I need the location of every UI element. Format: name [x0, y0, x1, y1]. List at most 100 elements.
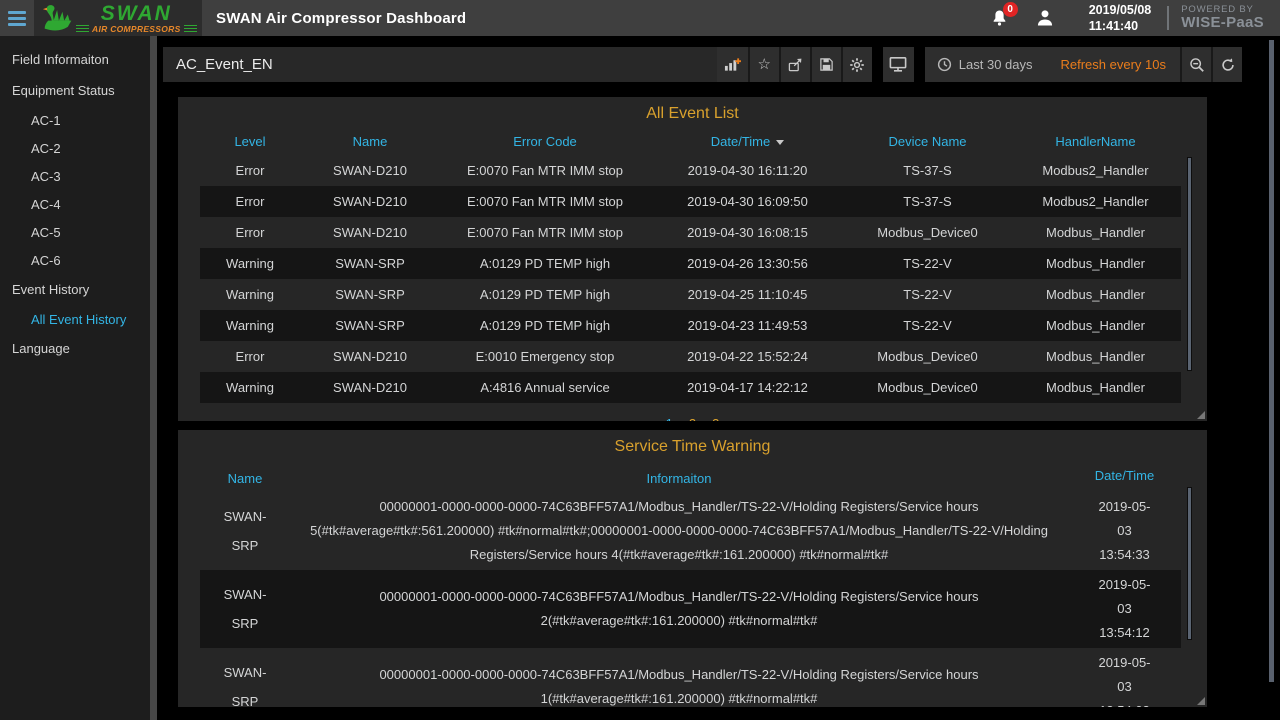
sidebar-scrollbar[interactable]: [150, 36, 157, 720]
cell-error-code: E:0070 Fan MTR IMM stop: [440, 155, 650, 186]
cell-name: SWAN-SRP: [300, 248, 440, 279]
notification-badge: 0: [1003, 2, 1018, 17]
refresh-interval-button[interactable]: Refresh every 10s: [1047, 47, 1181, 82]
favorite-button[interactable]: ☆: [748, 47, 779, 82]
add-panel-button[interactable]: [717, 47, 748, 82]
table-row: SWAN-SRP 00000001-0000-0000-0000-74C63BF…: [200, 492, 1181, 570]
cell-name: SWAN-D210: [300, 186, 440, 217]
page-button-3[interactable]: 3: [712, 416, 719, 421]
zoom-out-button[interactable]: [1180, 47, 1211, 82]
logo-stripes-left: [76, 25, 89, 33]
table-row: SWAN-SRP 00000001-0000-0000-0000-74C63BF…: [200, 570, 1181, 648]
notifications-button[interactable]: 0: [990, 8, 1009, 28]
sidebar-item-equipment-status[interactable]: Equipment Status: [0, 75, 150, 106]
column-header-level[interactable]: Level: [200, 127, 300, 155]
zoom-out-icon: [1189, 57, 1205, 73]
user-icon: [1035, 8, 1055, 28]
column-header-information[interactable]: Informaiton: [290, 460, 1068, 492]
header-datetime: 2019/05/08 11:41:40: [1089, 2, 1152, 35]
sidebar-item-ac-2[interactable]: AC-2: [0, 134, 150, 162]
cell-level: Error: [200, 341, 300, 372]
table-row: WarningSWAN-D210A:4816 Annual service201…: [200, 372, 1181, 403]
cell-device-name: Modbus_Device0: [845, 341, 1010, 372]
cell-name: SWAN-D210: [300, 372, 440, 403]
cell-level: Error: [200, 217, 300, 248]
column-header-name[interactable]: Name: [200, 460, 290, 492]
cell-information: 00000001-0000-0000-0000-74C63BFF57A1/Mod…: [290, 648, 1068, 707]
logo-sub-text: AIR COMPRESSORS: [92, 25, 181, 34]
cell-datetime: 2019-04-30 16:08:15: [650, 217, 845, 248]
sidebar-item-ac-6[interactable]: AC-6: [0, 246, 150, 274]
sidebar-item-field-information[interactable]: Field Informaiton: [0, 44, 150, 75]
cell-name: SWAN-SRP: [200, 570, 290, 648]
cell-name: SWAN-SRP: [200, 492, 290, 570]
cell-error-code: E:0070 Fan MTR IMM stop: [440, 217, 650, 248]
dashboard-name[interactable]: AC_Event_EN: [176, 56, 273, 73]
refresh-button[interactable]: [1211, 47, 1242, 82]
gear-icon: [849, 57, 865, 73]
sidebar-item-event-history[interactable]: Event History: [0, 274, 150, 305]
table-row: ErrorSWAN-D210E:0070 Fan MTR IMM stop201…: [200, 217, 1181, 248]
sidebar-item-ac-1[interactable]: AC-1: [0, 106, 150, 134]
cell-error-code: A:0129 PD TEMP high: [440, 248, 650, 279]
table-row: WarningSWAN-SRPA:0129 PD TEMP high2019-0…: [200, 279, 1181, 310]
time-range-label: Last 30 days: [959, 57, 1033, 72]
time-range-picker[interactable]: Last 30 days: [925, 47, 1047, 82]
cell-information: 00000001-0000-0000-0000-74C63BFF57A1/Mod…: [290, 492, 1068, 570]
cell-level: Warning: [200, 248, 300, 279]
menu-toggle-button[interactable]: [0, 0, 34, 36]
cell-datetime: 2019-04-23 11:49:53: [650, 310, 845, 341]
sidebar-item-ac-5[interactable]: AC-5: [0, 218, 150, 246]
settings-button[interactable]: [841, 47, 872, 82]
page-button-2[interactable]: 2: [689, 416, 696, 421]
pagination: 1 2 3: [178, 416, 1207, 421]
panel-title-all-event-list: All Event List: [178, 97, 1207, 125]
cell-device-name: Modbus_Device0: [845, 372, 1010, 403]
cell-datetime: 2019-04-25 11:10:45: [650, 279, 845, 310]
page-button-1[interactable]: 1: [666, 416, 673, 421]
cell-name: SWAN-D210: [300, 341, 440, 372]
cell-datetime: 2019-04-26 13:30:56: [650, 248, 845, 279]
cell-name: SWAN-D210: [300, 155, 440, 186]
cell-level: Error: [200, 155, 300, 186]
cell-datetime: 2019-05-03 13:54:33: [1068, 492, 1181, 570]
panel-resize-handle[interactable]: [1197, 411, 1205, 419]
sidebar-item-ac-4[interactable]: AC-4: [0, 190, 150, 218]
share-icon: [787, 57, 803, 73]
clock-icon: [937, 57, 952, 72]
sidebar-item-language[interactable]: Language: [0, 333, 150, 364]
column-header-date-time[interactable]: Date/Time: [1068, 460, 1181, 492]
column-header-handler-name[interactable]: HandlerName: [1010, 127, 1181, 155]
page-scrollbar[interactable]: [1269, 40, 1274, 682]
event-table-scrollbar[interactable]: [1187, 157, 1192, 371]
cell-handler-name: Modbus2_Handler: [1010, 186, 1181, 217]
column-header-error-code[interactable]: Error Code: [440, 127, 650, 155]
share-button[interactable]: [779, 47, 810, 82]
cell-datetime: 2019-04-17 14:22:12: [650, 372, 845, 403]
column-header-date-time[interactable]: Date/Time: [650, 127, 845, 155]
panel-resize-handle[interactable]: [1197, 697, 1205, 705]
refresh-icon: [1220, 57, 1236, 73]
cell-handler-name: Modbus2_Handler: [1010, 155, 1181, 186]
sidebar-item-ac-3[interactable]: AC-3: [0, 162, 150, 190]
save-button[interactable]: [810, 47, 841, 82]
cell-information: 00000001-0000-0000-0000-74C63BFF57A1/Mod…: [290, 570, 1068, 648]
cell-error-code: E:0070 Fan MTR IMM stop: [440, 186, 650, 217]
service-table-scrollbar[interactable]: [1187, 487, 1192, 640]
table-row: ErrorSWAN-D210E:0010 Emergency stop2019-…: [200, 341, 1181, 372]
star-icon: ☆: [758, 57, 771, 72]
powered-brand-label: WISE-PaaS: [1181, 15, 1264, 31]
sidebar-item-all-event-history[interactable]: All Event History: [0, 305, 150, 333]
monitor-icon: [889, 56, 907, 73]
dashboard-toolbar: AC_Event_EN ☆: [163, 47, 1242, 82]
user-profile-button[interactable]: [1035, 8, 1055, 28]
cell-error-code: A:0129 PD TEMP high: [440, 310, 650, 341]
column-header-device-name[interactable]: Device Name: [845, 127, 1010, 155]
sidebar: Field Informaiton Equipment Status AC-1 …: [0, 36, 150, 720]
column-header-name[interactable]: Name: [300, 127, 440, 155]
cell-name: SWAN-D210: [300, 217, 440, 248]
cycle-view-button[interactable]: [883, 47, 914, 82]
cell-datetime: 2019-04-22 15:52:24: [650, 341, 845, 372]
table-row: SWAN-SRP 00000001-0000-0000-0000-74C63BF…: [200, 648, 1181, 707]
cell-error-code: A:4816 Annual service: [440, 372, 650, 403]
